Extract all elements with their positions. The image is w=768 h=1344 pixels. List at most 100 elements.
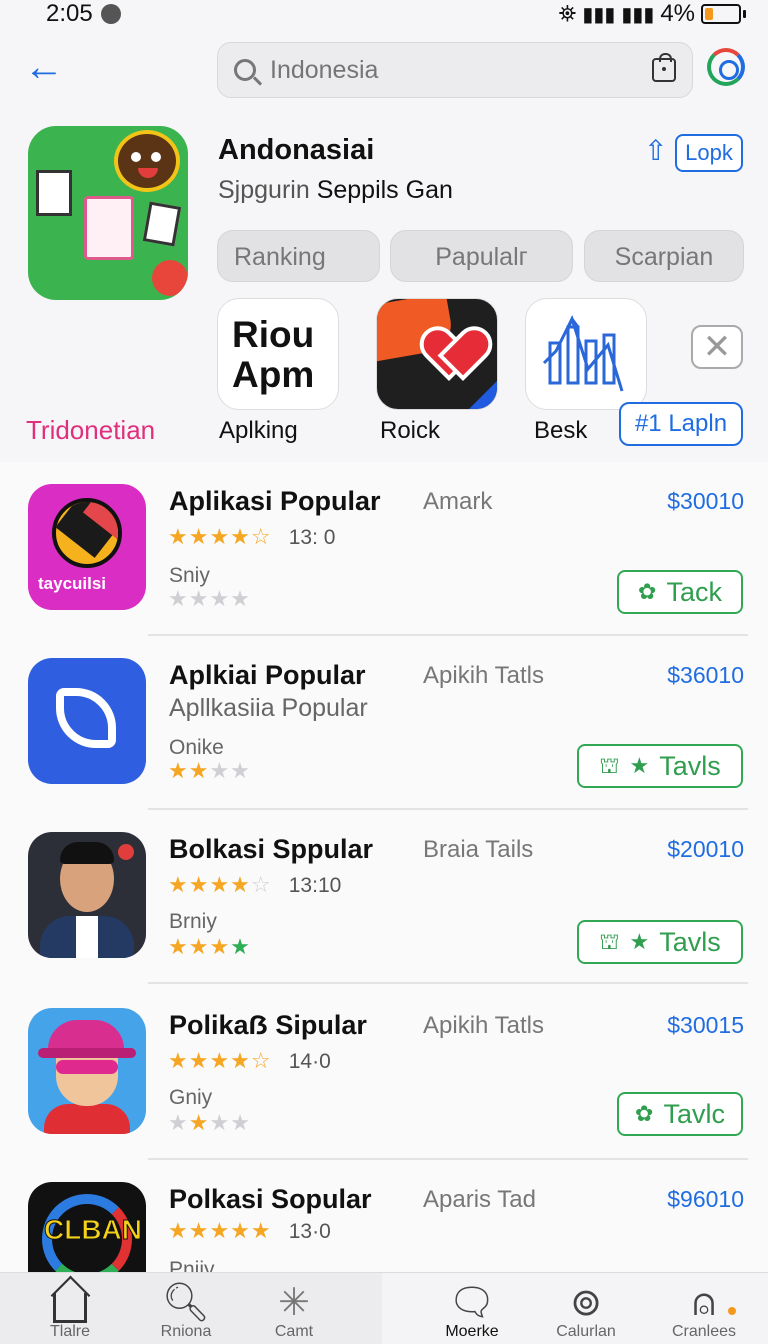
app-meta: Pniiy (169, 1258, 215, 1272)
close-icon[interactable]: ✕ (691, 325, 743, 369)
app-subtitle: Apllkasiia Popular (169, 694, 368, 722)
hat-brim (38, 1048, 136, 1058)
chip-ranking[interactable]: Ranking (217, 230, 380, 282)
track-icon: ✿ (635, 1101, 654, 1126)
tavlc-button[interactable]: ✿ Tavlc (617, 1092, 743, 1136)
tab-profile[interactable]: ⍝ Cranlees (658, 1281, 750, 1341)
back-arrow-icon[interactable]: ← (22, 47, 66, 88)
bottom-tab-bar: Tlalre 🔍︎ Rniona ✳ Camt 🗨︎ Moerke ⊚ Calu… (0, 1272, 768, 1344)
status-bar: 2:05 ⛯ ▮▮▮ ▮▮▮ 4% (0, 0, 768, 28)
tab-home[interactable]: Tlalre (24, 1281, 116, 1341)
divider (148, 982, 748, 984)
list-item[interactable]: Polikaẞ Sipular Apikih Tatls $30015 ★★★★… (0, 986, 768, 1160)
rating-count: 13: 0 (288, 526, 336, 549)
star-icon: ★ (629, 753, 650, 778)
explore-icon: ⊚ (570, 1282, 602, 1324)
developer-name: Braia Tails (423, 836, 534, 863)
notification-icon (100, 4, 121, 24)
rating-count: 13:10 (288, 874, 342, 897)
app-list: taycuilsi Aplikasi Popular Amark $30010 … (0, 462, 768, 1272)
disc-logo (52, 498, 122, 568)
photo-card (36, 170, 72, 216)
app-icon-text: CLBAN (44, 1214, 143, 1246)
featured-app-3-label[interactable]: Besk (534, 417, 587, 445)
shopping-bag-icon[interactable] (652, 53, 676, 82)
search-bar[interactable] (217, 42, 693, 98)
battery-cap (743, 10, 746, 18)
home-icon (24, 1281, 116, 1325)
star-rating: ★★★★★ 13·0 (168, 1218, 331, 1243)
app-icon (28, 658, 146, 784)
tab-search[interactable]: 🔍︎ Rniona (140, 1281, 232, 1341)
app-icon (28, 832, 146, 958)
mini-card (142, 201, 182, 247)
tavls-button[interactable]: ⛫ ★ Tavls (577, 744, 743, 788)
app-title: Polkasi Sopular (169, 1184, 372, 1214)
wordmark-line-2: Apm (232, 354, 315, 395)
search-icon: 🔍︎ (161, 1282, 211, 1324)
account-icon[interactable] (707, 48, 745, 86)
tab-label: Moerke (445, 1323, 499, 1340)
track-label: Tack (666, 577, 722, 607)
character-face (114, 130, 180, 192)
track-icon: ✿ (638, 579, 657, 604)
list-item[interactable]: Aplkiai Popular Apllkasiia Popular Apiki… (0, 636, 768, 810)
app-meta: Sniy (169, 564, 210, 587)
star-rating: ★★★★ (168, 758, 251, 783)
secondary-stars: ★★★★ (168, 1110, 251, 1135)
share-icon[interactable]: ⇧ (644, 136, 667, 166)
list-item[interactable]: Bolkasi Sppular Braia Tails $20010 ★★★★☆… (0, 810, 768, 984)
developer-name: Apikih Tatls (423, 1012, 544, 1039)
tab-label: Tlalre (49, 1323, 90, 1340)
tab-messages[interactable]: 🗨︎ Moerke (426, 1281, 518, 1341)
developer-name: Amark (423, 488, 493, 515)
featured-app-1-icon[interactable]: Riou Apm (217, 298, 339, 410)
wordmark-line-1: Riou (232, 314, 315, 355)
tavls-label: Tavls (659, 751, 721, 781)
app-icon: taycuilsi (28, 484, 146, 610)
star-rating: ★★★★☆ 13: 0 (168, 524, 336, 549)
list-item[interactable]: CLBAN Polkasi Sopular Aparis Tad $96010 … (0, 1160, 768, 1272)
lopk-button[interactable]: Lopk (675, 134, 743, 172)
star-rating: ★★★★☆ 14·0 (168, 1048, 331, 1073)
signal-icon-2: ▮▮▮ (621, 3, 655, 26)
app-subtitle-a: Sjpgurin (218, 176, 310, 204)
signal-icon: ▮▮▮ (582, 3, 616, 26)
rating-count: 14·0 (288, 1050, 331, 1073)
featured-app-2-label[interactable]: Roick (380, 417, 440, 445)
tavls-button[interactable]: ⛫ ★ Tavls (577, 920, 743, 964)
app-hero-icon (28, 126, 188, 300)
chip-popular[interactable]: Papulalг (390, 230, 573, 282)
red-dot (152, 260, 188, 296)
leaf-logo (56, 688, 116, 748)
badge-icon (118, 844, 134, 860)
tavlc-label: Tavlc (663, 1099, 725, 1129)
tab-label: Calurlan (556, 1323, 616, 1340)
list-item[interactable]: taycuilsi Aplikasi Popular Amark $30010 … (0, 462, 768, 636)
shirt-shape (76, 916, 98, 958)
search-input[interactable] (270, 55, 652, 85)
glasses-shape (56, 1060, 118, 1074)
tab-explore[interactable]: ⊚ Calurlan (540, 1281, 632, 1341)
sparkle-icon: ✳ (278, 1282, 310, 1324)
star-rating: ★★★★☆ 13:10 (168, 872, 342, 897)
battery-icon (701, 4, 741, 24)
featured-app-2-icon[interactable] (376, 298, 498, 410)
rank-button[interactable]: #1 Lapln (619, 402, 743, 446)
app-subtitle: Sjpgurin Seppils Gan (218, 176, 453, 205)
tab-categories[interactable]: ✳ Camt (248, 1281, 340, 1341)
alarm-icon: ⛯ (558, 1, 577, 26)
secondary-stars: ★★★★ (168, 934, 251, 959)
track-button[interactable]: ✿ Tack (617, 570, 743, 614)
app-title: Aplikasi Popular (169, 486, 381, 516)
tab-label: Rniona (160, 1323, 212, 1340)
heart-icon (427, 329, 477, 375)
app-subtitle-b: Seppils Gan (316, 176, 453, 204)
app-meta: Gniy (169, 1086, 213, 1109)
featured-app-1-label[interactable]: Aplking (219, 417, 298, 445)
top-bar: ← (0, 40, 768, 98)
app-icon (28, 1008, 146, 1134)
app-meta: Brniy (169, 910, 217, 933)
featured-app-3-icon[interactable] (525, 298, 647, 410)
chip-scarpian[interactable]: Scarpian (584, 230, 744, 282)
